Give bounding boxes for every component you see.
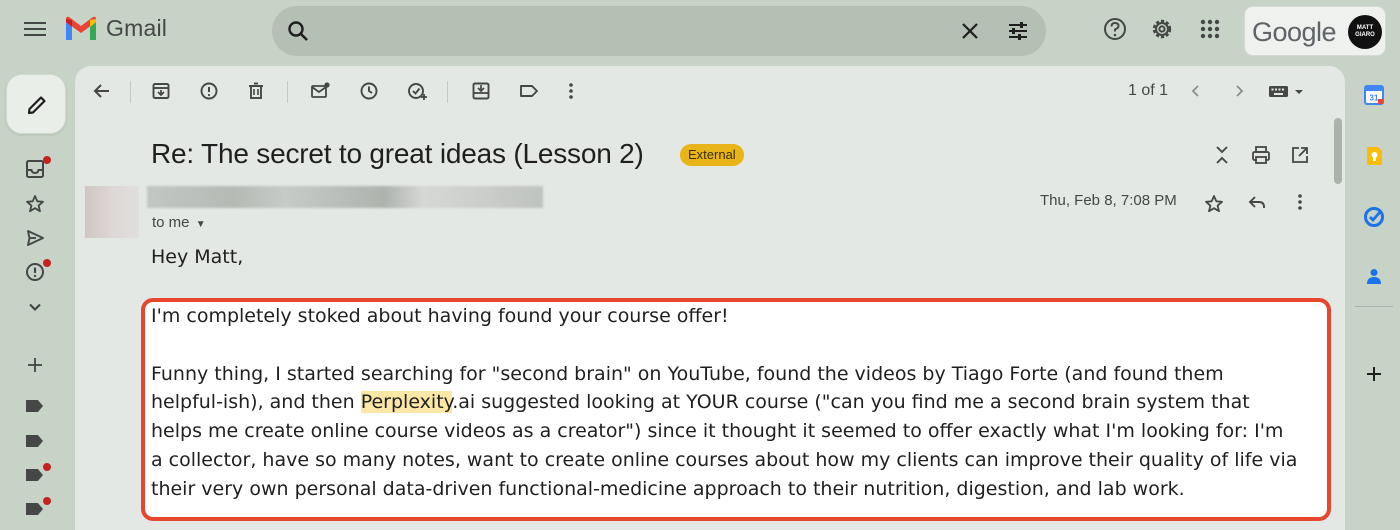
mark-unread-icon[interactable]: [309, 80, 331, 102]
label-icon[interactable]: [26, 469, 43, 481]
body-line: their very own personal data-driven func…: [151, 477, 1185, 500]
contacts-icon[interactable]: [1363, 265, 1385, 287]
report-spam-icon[interactable]: [198, 80, 220, 102]
tune-icon[interactable]: [1006, 19, 1030, 43]
google-wordmark: Google: [1252, 17, 1337, 47]
caret-down-icon[interactable]: ▼: [196, 219, 206, 230]
highlighted-term: Perplexity: [360, 391, 453, 414]
label-icon[interactable]: [26, 400, 43, 412]
label-icon[interactable]: [26, 503, 43, 515]
more-icon[interactable]: [1289, 191, 1311, 213]
gmail-logo[interactable]: Gmail: [64, 15, 167, 42]
search-icon[interactable]: [286, 19, 310, 43]
main-menu-button[interactable]: [22, 18, 48, 44]
body-line: helpful-ish), and then Perplexity.ai sug…: [151, 388, 1331, 417]
compose-button[interactable]: [6, 74, 66, 134]
body-line: I'm completely stoked about having found…: [151, 305, 729, 327]
chevron-down-icon[interactable]: [24, 296, 46, 318]
avatar[interactable]: MATT GIARO: [1348, 15, 1382, 49]
recipient-label: to me: [152, 214, 190, 231]
move-to-icon[interactable]: [470, 80, 492, 102]
tasks-icon[interactable]: [1363, 206, 1385, 228]
email-greeting: Hey Matt,: [151, 246, 244, 268]
archive-icon[interactable]: [150, 80, 172, 102]
keyboard-icon[interactable]: [1268, 80, 1308, 102]
body-text-segment: .ai suggested looking at YOUR course ("c…: [452, 391, 1250, 414]
chevron-left-icon[interactable]: [1185, 80, 1207, 102]
toolbar-divider: [287, 81, 288, 103]
star-icon[interactable]: [24, 193, 46, 215]
print-icon[interactable]: [1250, 144, 1272, 166]
sender-avatar[interactable]: [85, 186, 139, 238]
right-rail-divider: [1355, 306, 1393, 307]
keep-icon[interactable]: [1363, 145, 1385, 167]
plus-icon[interactable]: [1363, 363, 1385, 385]
chevron-right-icon[interactable]: [1228, 80, 1250, 102]
sender-name-redacted[interactable]: [147, 186, 543, 208]
email-subject: Re: The secret to great ideas (Lesson 2): [151, 138, 644, 169]
inbox-unread-dot: [43, 156, 51, 164]
send-icon[interactable]: [24, 227, 46, 249]
pagination-label: 1 of 1: [1128, 82, 1169, 99]
scrollbar-thumb[interactable]: [1334, 118, 1342, 184]
email-date: Thu, Feb 8, 7:08 PM: [1040, 192, 1177, 209]
reply-icon[interactable]: [1246, 191, 1268, 213]
pencil-icon: [27, 96, 46, 115]
avatar-line-1: MATT: [1356, 25, 1374, 31]
spam-unread-dot: [43, 259, 51, 267]
body-line: Funny thing, I started searching for "se…: [151, 362, 1224, 385]
body-line: a collector, have so many notes, want to…: [151, 448, 1298, 471]
more-icon[interactable]: [560, 80, 582, 102]
star-icon[interactable]: [1203, 193, 1225, 215]
back-icon[interactable]: [91, 80, 113, 102]
toolbar-divider: [130, 81, 131, 103]
add-task-icon[interactable]: [406, 80, 428, 102]
email-body: I'm completely stoked about having found…: [151, 302, 1331, 504]
label-icon[interactable]: [26, 435, 43, 447]
label-as-icon[interactable]: [518, 80, 540, 102]
toolbar-divider: [447, 81, 448, 103]
collapse-all-icon[interactable]: [1211, 144, 1233, 166]
delete-icon[interactable]: [245, 80, 267, 102]
clear-icon[interactable]: [958, 19, 982, 43]
body-line: helps me create online course videos as …: [151, 420, 1284, 443]
recipient-line[interactable]: to me ▼: [152, 214, 206, 231]
svg-text:31: 31: [1370, 94, 1379, 103]
body-text-segment: helpful-ish), and then: [151, 391, 361, 414]
snooze-icon[interactable]: [358, 80, 380, 102]
label-unread-dot: [43, 497, 51, 505]
plus-icon[interactable]: [24, 354, 46, 376]
external-badge: External: [680, 144, 744, 166]
avatar-line-2: GIARO: [1355, 32, 1375, 38]
calendar-icon[interactable]: 31: [1363, 84, 1385, 106]
open-new-window-icon[interactable]: [1289, 144, 1311, 166]
label-unread-dot: [43, 463, 51, 471]
gmail-logo-icon: [66, 16, 96, 40]
apps-icon[interactable]: [1197, 16, 1223, 42]
settings-icon[interactable]: [1149, 16, 1175, 42]
account-switcher[interactable]: Google MATT GIARO: [1244, 6, 1386, 56]
help-icon[interactable]: [1102, 16, 1128, 42]
app-name: Gmail: [106, 15, 168, 41]
search-bar[interactable]: [272, 6, 1046, 56]
